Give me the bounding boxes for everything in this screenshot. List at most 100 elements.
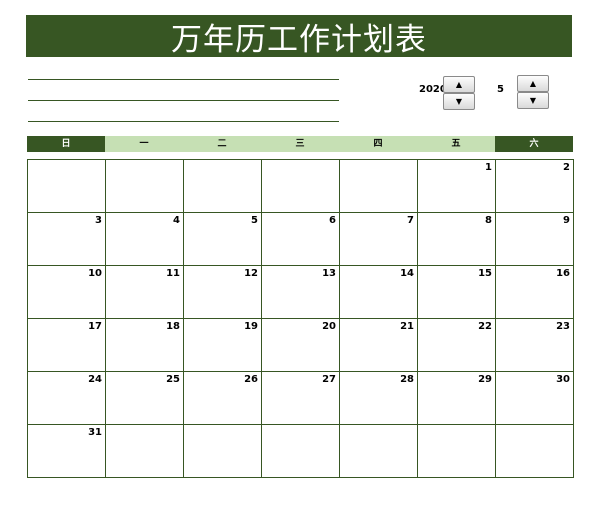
day-cell[interactable] xyxy=(339,424,418,478)
calendar-week-row: 31 xyxy=(27,424,574,478)
day-cell[interactable]: 12 xyxy=(183,265,262,319)
note-line-1[interactable] xyxy=(28,79,339,80)
day-number: 23 xyxy=(556,321,570,332)
day-cell[interactable]: 29 xyxy=(417,371,496,425)
day-cell[interactable] xyxy=(495,424,574,478)
weekday-tue: 二 xyxy=(183,136,261,152)
day-cell[interactable]: 15 xyxy=(417,265,496,319)
weekday-sat: 六 xyxy=(495,136,573,152)
day-cell[interactable] xyxy=(417,424,496,478)
day-cell[interactable] xyxy=(183,424,262,478)
day-number: 19 xyxy=(244,321,258,332)
day-number xyxy=(340,425,417,427)
day-number: 10 xyxy=(88,268,102,279)
arrow-up-icon: ▲ xyxy=(455,80,463,89)
day-cell[interactable] xyxy=(339,159,418,213)
day-cell[interactable] xyxy=(261,159,340,213)
arrow-down-icon: ▼ xyxy=(529,96,537,105)
month-value: 5 xyxy=(497,84,504,95)
day-number xyxy=(28,160,105,162)
note-line-3[interactable] xyxy=(28,121,339,122)
day-number: 21 xyxy=(400,321,414,332)
day-cell[interactable]: 22 xyxy=(417,318,496,372)
day-number: 31 xyxy=(88,427,102,438)
day-cell[interactable]: 14 xyxy=(339,265,418,319)
year-increment-button[interactable]: ▲ xyxy=(443,76,475,93)
day-cell[interactable]: 27 xyxy=(261,371,340,425)
day-number: 8 xyxy=(485,215,492,226)
day-number xyxy=(418,425,495,427)
day-cell[interactable] xyxy=(27,159,106,213)
day-number: 25 xyxy=(166,374,180,385)
day-cell[interactable]: 30 xyxy=(495,371,574,425)
calendar-title: 万年历工作计划表 xyxy=(26,15,572,58)
day-number: 26 xyxy=(244,374,258,385)
weekday-header: 日 一 二 三 四 五 六 xyxy=(27,136,573,152)
day-number xyxy=(262,425,339,427)
month-increment-button[interactable]: ▲ xyxy=(517,75,549,92)
day-cell[interactable]: 19 xyxy=(183,318,262,372)
day-number: 18 xyxy=(166,321,180,332)
year-spinner[interactable]: ▲ ▼ xyxy=(443,76,475,110)
day-number: 13 xyxy=(322,268,336,279)
day-cell[interactable]: 5 xyxy=(183,212,262,266)
year-decrement-button[interactable]: ▼ xyxy=(443,93,475,110)
day-cell[interactable]: 28 xyxy=(339,371,418,425)
day-number: 4 xyxy=(173,215,180,226)
day-cell[interactable]: 3 xyxy=(27,212,106,266)
day-cell[interactable]: 6 xyxy=(261,212,340,266)
day-number xyxy=(106,160,183,162)
calendar-week-row: 17 18 19 20 21 22 23 xyxy=(27,318,574,372)
day-number: 14 xyxy=(400,268,414,279)
month-spinner[interactable]: ▲ ▼ xyxy=(517,75,549,109)
day-number: 15 xyxy=(478,268,492,279)
weekday-mon: 一 xyxy=(105,136,183,152)
day-cell[interactable]: 31 xyxy=(27,424,106,478)
day-cell[interactable]: 7 xyxy=(339,212,418,266)
day-number: 5 xyxy=(251,215,258,226)
day-number: 20 xyxy=(322,321,336,332)
day-cell[interactable]: 13 xyxy=(261,265,340,319)
day-number: 1 xyxy=(485,162,492,173)
day-cell[interactable]: 16 xyxy=(495,265,574,319)
day-cell[interactable] xyxy=(105,424,184,478)
day-cell[interactable] xyxy=(105,159,184,213)
note-line-2[interactable] xyxy=(28,100,339,101)
day-number xyxy=(262,160,339,162)
calendar-week-row: 24 25 26 27 28 29 30 xyxy=(27,371,574,425)
calendar-week-row: 10 11 12 13 14 15 16 xyxy=(27,265,574,319)
day-number: 11 xyxy=(166,268,180,279)
arrow-up-icon: ▲ xyxy=(529,79,537,88)
day-cell[interactable]: 1 xyxy=(417,159,496,213)
day-cell[interactable]: 21 xyxy=(339,318,418,372)
day-number xyxy=(184,425,261,427)
day-number: 17 xyxy=(88,321,102,332)
month-decrement-button[interactable]: ▼ xyxy=(517,92,549,109)
day-number: 7 xyxy=(407,215,414,226)
day-cell[interactable]: 17 xyxy=(27,318,106,372)
day-cell[interactable]: 26 xyxy=(183,371,262,425)
day-cell[interactable] xyxy=(183,159,262,213)
weekday-fri: 五 xyxy=(417,136,495,152)
calendar-week-row: 3 4 5 6 7 8 9 xyxy=(27,212,574,266)
weekday-wed: 三 xyxy=(261,136,339,152)
day-cell[interactable]: 25 xyxy=(105,371,184,425)
day-number xyxy=(340,160,417,162)
day-cell[interactable]: 10 xyxy=(27,265,106,319)
day-cell[interactable]: 20 xyxy=(261,318,340,372)
day-cell[interactable]: 2 xyxy=(495,159,574,213)
day-cell[interactable]: 18 xyxy=(105,318,184,372)
day-cell[interactable]: 4 xyxy=(105,212,184,266)
day-number: 6 xyxy=(329,215,336,226)
day-cell[interactable]: 8 xyxy=(417,212,496,266)
day-number: 29 xyxy=(478,374,492,385)
day-cell[interactable]: 11 xyxy=(105,265,184,319)
day-cell[interactable] xyxy=(261,424,340,478)
day-cell[interactable]: 23 xyxy=(495,318,574,372)
day-number xyxy=(184,160,261,162)
day-cell[interactable]: 24 xyxy=(27,371,106,425)
weekday-thu: 四 xyxy=(339,136,417,152)
day-cell[interactable]: 9 xyxy=(495,212,574,266)
day-number: 22 xyxy=(478,321,492,332)
day-number xyxy=(106,425,183,427)
